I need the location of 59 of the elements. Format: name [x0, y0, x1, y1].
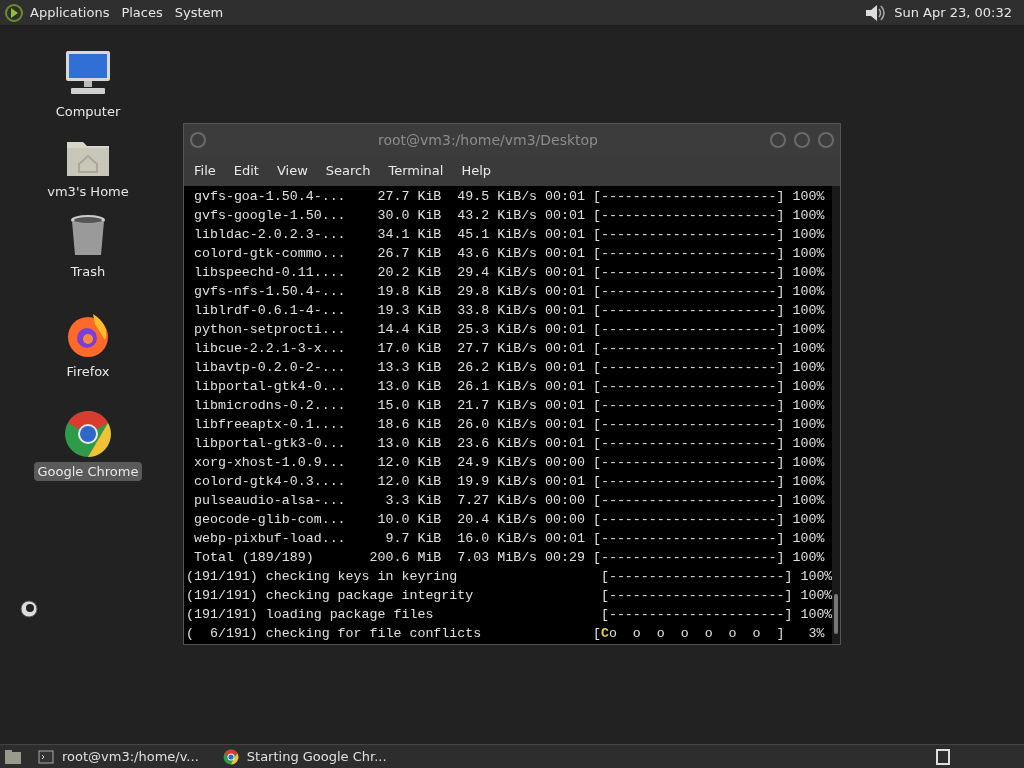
terminal-line: libldac-2.0.2.3-... 34.1 KiB 45.1 KiB/s 00:01 [----------------------] 100%: [192, 226, 825, 244]
window-title: root@vm3:/home/vm3/Desktop: [377, 130, 599, 150]
terminal-line: webp-pixbuf-load... 9.7 KiB 16.0 KiB/s 00:01 [----------------------] 100%: [192, 530, 825, 548]
menu-item[interactable]: Terminal: [382, 161, 450, 181]
terminal-line: o o o o o o o ] 3%: [608, 625, 825, 643]
panel-menu[interactable]: Places: [115, 2, 169, 23]
clock[interactable]: Sun Apr 23, 00:32: [886, 2, 1020, 23]
window-control-icon[interactable]: [818, 132, 834, 148]
terminal-line: colord-gtk-commo... 26.7 KiB 43.6 KiB/s 00:01 [----------------------] 100%: [192, 245, 825, 263]
panel-menu[interactable]: Applications: [24, 2, 116, 23]
window-control-icon[interactable]: [794, 132, 810, 148]
menu-item[interactable]: Search: [319, 161, 377, 181]
terminal-line: libmicrodns-0.2.... 15.0 KiB 21.7 KiB/s 00:01 [----------------------] 100%: [192, 397, 825, 415]
chrome-icon: [64, 409, 112, 458]
trash-icon: [69, 213, 107, 258]
terminal-line: libportal-gtk4-0... 13.0 KiB 26.1 KiB/s 00:01 [----------------------] 100%: [192, 378, 825, 396]
cursor-ring-icon: [19, 599, 39, 619]
desktop-icon-label[interactable]: Google Chrome: [33, 461, 143, 481]
terminal-line: liblrdf-0.6.1-4-... 19.3 KiB 33.8 KiB/s 00:01 [----------------------] 100%: [192, 302, 825, 320]
app-menu-logo-icon[interactable]: [4, 2, 24, 23]
scrollbar[interactable]: [832, 186, 840, 644]
pacman-eater: C: [600, 625, 609, 643]
terminal-line: libfreeaptx-0.1.... 18.6 KiB 26.0 KiB/s 00:01 [----------------------] 100%: [192, 416, 825, 434]
desktop-icon-label[interactable]: Firefox: [62, 361, 114, 381]
desktop-icon-label[interactable]: Computer: [51, 101, 125, 121]
taskbar-button[interactable]: root@vm3:/home/v...: [30, 745, 207, 768]
window-control-icon[interactable]: [770, 132, 786, 148]
menu-item[interactable]: Help: [455, 161, 498, 181]
firefox-icon: [65, 311, 111, 358]
terminal-line: gvfs-google-1.50... 30.0 KiB 43.2 KiB/s 00:01 [----------------------] 100%: [192, 207, 825, 225]
terminal-icon: [38, 749, 54, 764]
terminal-line: libcue-2.2.1-3-x... 17.0 KiB 27.7 KiB/s 00:01 [----------------------] 100%: [192, 340, 825, 358]
terminal-line: libspeechd-0.11.... 20.2 KiB 29.4 KiB/s 00:01 [----------------------] 100%: [192, 264, 825, 282]
terminal-line: pulseaudio-alsa-... 3.3 KiB 7.27 KiB/s 00:00 [----------------------] 100%: [192, 492, 825, 510]
terminal-line: libportal-gtk3-0... 13.0 KiB 23.6 KiB/s 00:01 [----------------------] 100%: [192, 435, 825, 453]
chrome-icon: [222, 748, 239, 765]
desktop-icon-label[interactable]: vm3's Home: [43, 181, 133, 201]
terminal-line: xorg-xhost-1.0.9... 12.0 KiB 24.9 KiB/s 00:00 [----------------------] 100%: [192, 454, 825, 472]
menu-item[interactable]: File: [188, 161, 222, 181]
terminal-line: (191/191) loading package files [----------------------] 100%: [186, 606, 833, 624]
taskbar-button[interactable]: Starting Google Chr...: [214, 745, 395, 768]
terminal-line: Total (189/189) 200.6 MiB 7.03 MiB/s 00:29 [----------------------] 100%: [192, 549, 825, 567]
desktop-icon-label[interactable]: Trash: [66, 261, 110, 281]
terminal-line: ( 6/191) checking for file conflicts [: [186, 625, 601, 643]
terminal-line: (191/191) checking package integrity [----------------------] 100%: [186, 587, 833, 605]
window-control-icon[interactable]: [190, 132, 206, 148]
menu-item[interactable]: View: [270, 161, 314, 181]
terminal-line: colord-gtk4-0.3.... 12.0 KiB 19.9 KiB/s 00:01 [----------------------] 100%: [192, 473, 825, 491]
workspace-switcher[interactable]: [936, 748, 950, 765]
terminal-line: gvfs-nfs-1.50.4-... 19.8 KiB 29.8 KiB/s 00:01 [----------------------] 100%: [192, 283, 825, 301]
terminal-line: gvfs-goa-1.50.4-... 27.7 KiB 49.5 KiB/s 00:01 [----------------------] 100%: [192, 188, 825, 206]
terminal-line: libavtp-0.2.0-2-... 13.3 KiB 26.2 KiB/s 00:01 [----------------------] 100%: [192, 359, 825, 377]
menu-item[interactable]: Edit: [227, 161, 265, 181]
terminal-line: python-setprocti... 14.4 KiB 25.3 KiB/s 00:01 [----------------------] 100%: [192, 321, 825, 339]
terminal-line: geocode-glib-com... 10.0 KiB 20.4 KiB/s 00:00 [----------------------] 100%: [192, 511, 825, 529]
speaker-icon[interactable]: [864, 2, 887, 23]
terminal-line: (191/191) checking keys in keyring [----------------------] 100%: [186, 568, 833, 586]
panel-menu[interactable]: System: [168, 2, 230, 23]
show-desktop-icon[interactable]: [4, 748, 22, 765]
